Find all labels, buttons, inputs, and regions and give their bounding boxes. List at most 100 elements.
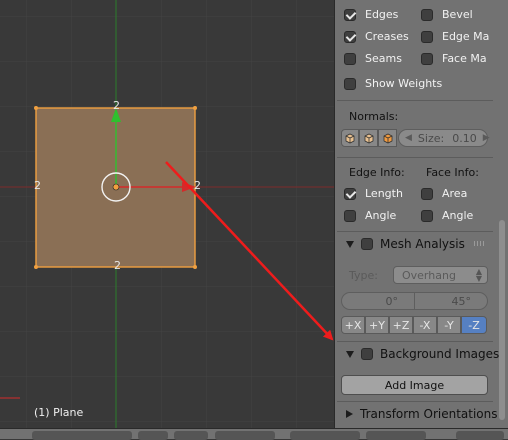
overlay-creases[interactable]: Creases bbox=[344, 30, 409, 43]
divider bbox=[337, 231, 493, 232]
overlay-bevel[interactable]: Bevel bbox=[421, 8, 473, 21]
vertex-normals-button[interactable] bbox=[341, 129, 359, 147]
checkbox[interactable] bbox=[344, 8, 356, 21]
collapse-triangle-icon[interactable] bbox=[346, 240, 354, 248]
divider bbox=[337, 157, 493, 158]
size-label: Size: bbox=[417, 131, 445, 145]
face-normals-button[interactable] bbox=[378, 129, 397, 147]
mesh-analysis-panel-header[interactable]: Mesh Analysis bbox=[334, 233, 500, 255]
checkbox[interactable] bbox=[421, 30, 433, 43]
checkbox[interactable] bbox=[421, 8, 433, 21]
axis-label: -Z bbox=[468, 318, 480, 332]
axis-buttons: +X +Y +Z -X -Y -Z bbox=[341, 316, 487, 334]
pivot-selector[interactable] bbox=[174, 431, 208, 440]
orientation-selector[interactable] bbox=[290, 431, 360, 440]
pivot-point bbox=[112, 183, 120, 191]
normals-display-buttons bbox=[341, 129, 397, 147]
face-info-title: Face Info: bbox=[426, 166, 479, 179]
shading-selector[interactable] bbox=[138, 431, 168, 440]
divider bbox=[337, 401, 493, 402]
checkbox-label: Length bbox=[365, 187, 403, 200]
divider bbox=[337, 341, 493, 342]
checkbox[interactable] bbox=[344, 77, 356, 90]
divider bbox=[337, 100, 493, 101]
checkbox-label: Angle bbox=[365, 209, 397, 222]
panel-title: Transform Orientations bbox=[360, 407, 498, 421]
type-label: Type: bbox=[349, 269, 378, 282]
edge-info-angle[interactable]: Angle bbox=[344, 209, 396, 222]
edge-length-label: 2 bbox=[194, 179, 201, 192]
face-info-angle[interactable]: Angle bbox=[421, 209, 473, 222]
checkbox-label: Edge Ma bbox=[442, 30, 490, 43]
panel-title: Mesh Analysis bbox=[380, 237, 465, 251]
analysis-max-field[interactable]: 45° bbox=[414, 292, 488, 310]
vertex bbox=[34, 106, 38, 110]
normals-label: Normals: bbox=[349, 110, 399, 123]
normals-size-field[interactable]: ◀ Size: 0.10 ▶ bbox=[398, 129, 490, 147]
checkbox-label: Seams bbox=[365, 52, 402, 65]
axis-button-pos-y[interactable]: +Y bbox=[365, 316, 389, 334]
checkbox-label: Edges bbox=[365, 8, 399, 21]
cube-icon bbox=[383, 133, 392, 144]
axis-button-pos-x[interactable]: +X bbox=[341, 316, 365, 334]
face-info-area[interactable]: Area bbox=[421, 187, 467, 200]
add-image-button[interactable]: Add Image bbox=[341, 375, 488, 395]
edge-length-label: 2 bbox=[114, 259, 121, 272]
viewport-header-bar bbox=[0, 428, 508, 440]
checkbox[interactable] bbox=[344, 30, 356, 43]
axis-label: -X bbox=[419, 318, 431, 332]
mesh-analysis-checkbox[interactable] bbox=[361, 238, 373, 250]
overlay-seams[interactable]: Seams bbox=[344, 52, 402, 65]
normals-heading: Normals: bbox=[349, 110, 398, 123]
axis-button-neg-z[interactable]: -Z bbox=[461, 316, 487, 334]
up-down-arrows-icon: ▲ ▼ bbox=[475, 267, 482, 283]
axis-button-neg-x[interactable]: -X bbox=[413, 316, 437, 334]
edge-info-length[interactable]: Length bbox=[344, 187, 403, 200]
overlay-edges[interactable]: Edges bbox=[344, 8, 398, 21]
panel-title: Background Images bbox=[380, 347, 500, 361]
background-images-checkbox[interactable] bbox=[361, 348, 373, 360]
checkbox-label: Show Weights bbox=[365, 77, 443, 90]
checkbox-label: Creases bbox=[365, 30, 409, 43]
drag-grip-icon[interactable] bbox=[474, 241, 486, 246]
active-object-label: (1) Plane bbox=[34, 406, 84, 419]
size-value: 0.10 bbox=[452, 131, 477, 145]
analysis-type-select[interactable]: Overhang ▲ ▼ bbox=[393, 266, 488, 284]
type-value: Overhang bbox=[402, 268, 456, 282]
collapse-triangle-icon[interactable] bbox=[346, 350, 354, 358]
manipulator-buttons[interactable] bbox=[215, 431, 275, 440]
background-images-panel-header[interactable]: Background Images bbox=[334, 343, 500, 365]
vertex bbox=[34, 265, 38, 269]
axis-button-neg-y[interactable]: -Y bbox=[437, 316, 461, 334]
axis-button-pos-z[interactable]: +Z bbox=[389, 316, 413, 334]
split-normals-button[interactable] bbox=[359, 129, 378, 147]
axis-label: +Y bbox=[369, 318, 385, 332]
mesh-analysis-type-label: Type: bbox=[349, 269, 378, 282]
expand-triangle-icon[interactable] bbox=[346, 410, 353, 418]
checkbox[interactable] bbox=[421, 187, 433, 200]
axis-label: +X bbox=[344, 318, 362, 332]
checkbox[interactable] bbox=[344, 187, 356, 200]
viewport-canvas bbox=[0, 0, 334, 428]
checkbox-label: Area bbox=[442, 187, 468, 200]
face-info-heading: Face Info: bbox=[426, 166, 479, 179]
overlay-face-marks[interactable]: Face Ma bbox=[421, 52, 487, 65]
edge-info-title: Edge Info: bbox=[349, 166, 405, 179]
chevron-left-icon[interactable]: ◀ bbox=[405, 133, 412, 143]
max-value: 45° bbox=[451, 294, 472, 308]
checkbox[interactable] bbox=[421, 52, 433, 65]
analysis-min-field[interactable]: 0° bbox=[341, 292, 415, 310]
chevron-right-icon[interactable]: ▶ bbox=[483, 133, 490, 143]
edge-length-label: 2 bbox=[34, 179, 41, 192]
select-mode-buttons[interactable] bbox=[366, 431, 426, 440]
overlay-edge-marks[interactable]: Edge Ma bbox=[421, 30, 489, 43]
mode-selector[interactable] bbox=[32, 431, 132, 440]
checkbox-label: Face Ma bbox=[442, 52, 487, 65]
show-weights-toggle[interactable]: Show Weights bbox=[344, 77, 442, 90]
checkbox[interactable] bbox=[344, 209, 356, 222]
3d-viewport[interactable]: 2 2 2 2 (1) Plane bbox=[0, 0, 334, 428]
checkbox[interactable] bbox=[344, 52, 356, 65]
proportional-edit-buttons[interactable] bbox=[456, 431, 504, 440]
transform-orientations-panel-header[interactable]: Transform Orientations bbox=[334, 403, 500, 425]
checkbox[interactable] bbox=[421, 209, 433, 222]
